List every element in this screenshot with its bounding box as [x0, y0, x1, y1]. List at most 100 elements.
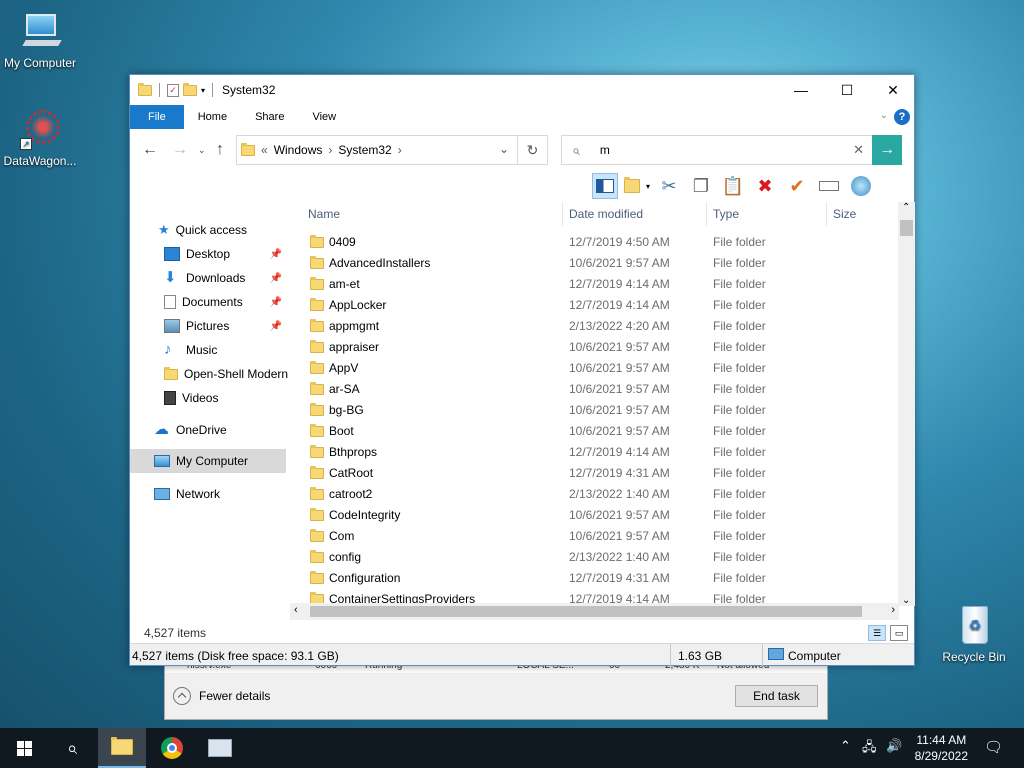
nav-my-computer[interactable]: My Computer — [130, 449, 286, 473]
search-input[interactable] — [599, 140, 820, 160]
address-bar[interactable]: « Windows › System32 › ⌄ ↻ — [236, 135, 548, 165]
scroll-right-icon[interactable]: › — [891, 604, 895, 616]
address-dropdown-icon[interactable]: ⌄ — [499, 142, 509, 156]
recent-locations-icon[interactable]: ⌄ — [198, 145, 206, 156]
table-row[interactable]: AppLocker 12/7/2019 4:14 AM File folder — [296, 295, 900, 316]
refresh-button[interactable]: ↻ — [517, 136, 547, 164]
nav-desktop[interactable]: Desktop 📌 — [130, 242, 290, 266]
paste-button[interactable]: 📋 — [720, 173, 746, 199]
properties-icon[interactable]: ✓ — [167, 83, 179, 97]
expand-ribbon-icon[interactable]: ⌄ — [880, 110, 888, 121]
table-row[interactable]: Bthprops 12/7/2019 4:14 AM File folder — [296, 442, 900, 463]
delete-button[interactable]: ✖ — [752, 173, 778, 199]
nav-quick-access[interactable]: ★ Quick access — [130, 218, 290, 242]
notifications-icon[interactable]: 🗨 — [984, 738, 1003, 756]
table-row[interactable]: Com 10/6/2021 9:57 AM File folder — [296, 526, 900, 547]
desktop-icon-my-computer[interactable]: My Computer — [0, 10, 80, 70]
tab-share[interactable]: Share — [241, 105, 298, 129]
details-view-button[interactable]: ☰ — [868, 625, 886, 641]
column-date-modified[interactable]: Date modified — [569, 207, 643, 221]
pin-icon[interactable]: 📌 — [270, 297, 282, 308]
network-tray-icon[interactable]: 🖧 — [862, 738, 877, 760]
table-row[interactable]: ar-SA 10/6/2021 9:57 AM File folder — [296, 379, 900, 400]
scroll-down-icon[interactable]: ⌄ — [902, 595, 910, 606]
table-row[interactable]: appmgmt 2/13/2022 4:20 AM File folder — [296, 316, 900, 337]
pin-icon[interactable]: 📌 — [270, 321, 282, 332]
folder-options-button[interactable]: ▾ — [624, 173, 650, 199]
cut-button[interactable]: ✂ — [656, 173, 682, 199]
desktop-icon-datawagon[interactable]: ↗ DataWagon... — [0, 108, 80, 168]
file-date: 2/13/2022 1:40 AM — [569, 550, 670, 564]
nav-onedrive[interactable]: ☁ OneDrive — [130, 418, 290, 442]
close-button[interactable]: ✕ — [870, 75, 916, 105]
help-icon[interactable]: ? — [894, 109, 910, 125]
table-row[interactable]: am-et 12/7/2019 4:14 AM File folder — [296, 274, 900, 295]
forward-button[interactable]: → — [172, 141, 188, 159]
horizontal-scroll-thumb[interactable] — [310, 606, 862, 617]
nav-documents[interactable]: Documents 📌 — [130, 290, 290, 314]
tab-home[interactable]: Home — [184, 105, 241, 129]
table-row[interactable]: Configuration 12/7/2019 4:31 AM File folde… — [296, 568, 900, 589]
recycle-bin-icon: ♻ — [952, 604, 996, 648]
rename-button[interactable] — [816, 173, 842, 199]
large-icons-view-button[interactable]: ▭ — [890, 625, 908, 641]
tab-file[interactable]: File — [130, 105, 184, 129]
pin-icon[interactable]: 📌 — [270, 273, 282, 284]
start-button[interactable] — [0, 728, 48, 768]
column-type[interactable]: Type — [713, 207, 739, 221]
search-button[interactable]: ⌕ — [48, 728, 96, 768]
nav-videos[interactable]: Videos — [130, 386, 290, 410]
maximize-button[interactable]: ☐ — [824, 75, 870, 105]
tab-view[interactable]: View — [298, 105, 350, 129]
scroll-up-icon[interactable]: ⌃ — [902, 202, 910, 213]
table-row[interactable]: 0409 12/7/2019 4:50 AM File folder — [296, 232, 900, 253]
nav-pictures[interactable]: Pictures 📌 — [130, 314, 290, 338]
new-folder-icon[interactable] — [183, 82, 197, 96]
taskbar-task-manager[interactable] — [196, 728, 244, 768]
title-bar[interactable]: ✓ ▾ System32 — ☐ ✕ — [130, 75, 914, 105]
horizontal-scrollbar[interactable]: ‹ › — [290, 603, 899, 620]
table-row[interactable]: AdvancedInstallers 10/6/2021 9:57 AM File … — [296, 253, 900, 274]
nav-downloads[interactable]: ⬇ Downloads 📌 — [130, 266, 290, 290]
desktop-icon-recycle-bin[interactable]: ♻ Recycle Bin — [934, 604, 1014, 664]
properties-button[interactable]: ✔ — [784, 173, 810, 199]
clock[interactable]: 11:44 AM 8/29/2022 — [915, 732, 968, 764]
copy-button[interactable]: ❐ — [688, 173, 714, 199]
back-button[interactable]: ← — [142, 141, 158, 159]
table-row[interactable]: Boot 10/6/2021 9:57 AM File folder — [296, 421, 900, 442]
chevron-right-icon[interactable]: › — [398, 143, 402, 157]
fewer-details-toggle[interactable]: Fewer details — [173, 687, 270, 705]
clear-search-icon[interactable]: ✕ — [853, 142, 864, 158]
breadcrumb-system32[interactable]: System32 — [338, 143, 391, 157]
column-name[interactable]: Name — [308, 207, 340, 221]
nav-network[interactable]: Network — [130, 482, 290, 506]
taskbar-file-explorer[interactable] — [98, 728, 146, 768]
open-shell-button[interactable] — [848, 173, 874, 199]
preview-pane-button[interactable] — [592, 173, 618, 199]
table-row[interactable]: catroot2 2/13/2022 1:40 AM File folder — [296, 484, 900, 505]
taskbar-chrome[interactable] — [148, 728, 196, 768]
nav-music[interactable]: ♪ Music — [130, 338, 290, 362]
table-row[interactable]: bg-BG 10/6/2021 9:57 AM File folder — [296, 400, 900, 421]
table-row[interactable]: appraiser 10/6/2021 9:57 AM File folder — [296, 337, 900, 358]
table-row[interactable]: CodeIntegrity 10/6/2021 9:57 AM File folde… — [296, 505, 900, 526]
breadcrumb-windows[interactable]: Windows — [274, 143, 323, 157]
chevron-right-icon[interactable]: › — [328, 143, 332, 157]
table-row[interactable]: config 2/13/2022 1:40 AM File folder — [296, 547, 900, 568]
end-task-button[interactable]: End task — [735, 685, 818, 707]
vertical-scrollbar[interactable]: ⌃ ⌄ — [898, 202, 915, 606]
show-hidden-icons[interactable]: ⌃ — [840, 738, 851, 754]
volume-icon[interactable]: 🔊 — [886, 738, 902, 754]
table-row[interactable]: AppV 10/6/2021 9:57 AM File folder — [296, 358, 900, 379]
up-button[interactable]: ↑ — [216, 141, 224, 159]
minimize-button[interactable]: — — [778, 75, 824, 105]
address-overflow[interactable]: « — [261, 143, 268, 157]
search-go-button[interactable]: → — [872, 135, 902, 165]
pin-icon[interactable]: 📌 — [270, 249, 282, 260]
customize-dropdown-icon[interactable]: ▾ — [201, 86, 205, 95]
vertical-scroll-thumb[interactable] — [900, 220, 913, 236]
column-size[interactable]: Size — [833, 207, 856, 221]
scroll-left-icon[interactable]: ‹ — [294, 604, 298, 616]
table-row[interactable]: CatRoot 12/7/2019 4:31 AM File folder — [296, 463, 900, 484]
nav-open-shell-modern[interactable]: Open-Shell Modern — [130, 362, 290, 386]
